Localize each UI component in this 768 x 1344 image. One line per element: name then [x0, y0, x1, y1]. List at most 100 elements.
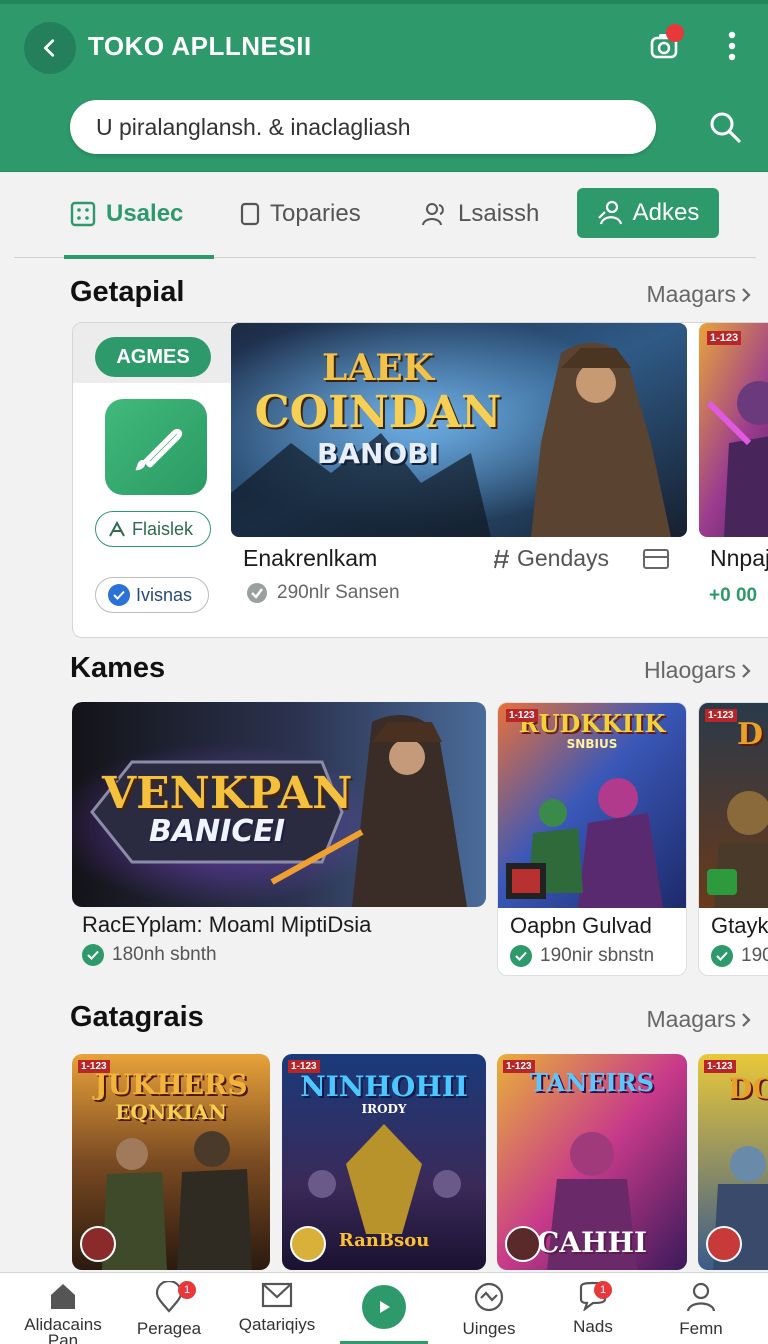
nav-label: Femn [679, 1319, 723, 1338]
rating-tag: 1-123 [506, 709, 538, 722]
nav-item-peragea[interactable]: 1 Peragea [114, 1281, 224, 1339]
verified-icon [82, 944, 104, 966]
banner-title-line2: COINDAN [254, 387, 502, 438]
tab-label: Usalec [106, 200, 184, 227]
tab-label: Lsaissh [458, 200, 540, 227]
see-more-label: Hlaogars [643, 657, 736, 683]
game-art-subtitle: SNBIUS [566, 737, 618, 751]
featured-banner-image[interactable]: LAEK COINDAN BANOBI [231, 323, 687, 537]
nav-label: Peragea [136, 1319, 202, 1338]
developer-avatar [706, 1226, 742, 1262]
game-downloads: 190nir sbnstn [540, 945, 655, 966]
person-icon [109, 521, 125, 537]
square-icon [240, 202, 260, 226]
see-more-label: Maagars [646, 1006, 736, 1032]
next-app-price: +0 00 [709, 585, 758, 606]
nav-item-home[interactable]: Alidacains Pan [8, 1281, 118, 1344]
featured-category[interactable]: Gendays [493, 545, 609, 572]
featured-card[interactable]: AGMES Flaislek Ivisnas LAEK COINDAN BANO… [72, 322, 768, 638]
verified-icon [247, 583, 267, 603]
see-more-label: Maagars [646, 281, 736, 307]
verified-pill[interactable]: Ivisnas [95, 577, 209, 613]
game-downloads: 180nh sbnth [112, 944, 217, 965]
section-title-kames: Kames [70, 652, 166, 684]
featured-next-image[interactable]: 1-123 [699, 323, 768, 537]
install-pill[interactable]: Flaislek [95, 511, 211, 547]
rating-tag: 1-123 [503, 1060, 535, 1073]
tab-label: Adkes [632, 199, 700, 226]
game-tile[interactable]: TANEIRS CAHHI 1-123 [497, 1054, 687, 1270]
pill-label: Ivisnas [136, 584, 193, 605]
game-thumbnail: VENKPAN BANICEI [72, 702, 486, 907]
next-app-title: Nnpaj [710, 545, 768, 571]
notification-badge: 1 [594, 1281, 612, 1299]
nav-item-qatariqiys[interactable]: Qatariqiys [222, 1281, 332, 1335]
rating-tag: 1-123 [707, 331, 742, 345]
see-more-link[interactable]: Hlaogars [644, 657, 752, 684]
nav-label: Qatariqiys [238, 1315, 316, 1334]
app-icon[interactable] [105, 399, 207, 495]
featured-category-label: Gendays [517, 545, 610, 571]
category-tabs: Usalec Toparies Lsaissh Adkes [14, 180, 756, 259]
search-field[interactable] [70, 100, 656, 154]
nav-item-uinges[interactable]: Uinges [434, 1281, 544, 1339]
card-menu-icon[interactable] [643, 549, 669, 569]
nav-item-nads[interactable]: 1 Nads [538, 1281, 648, 1337]
chevron-right-icon [742, 663, 751, 678]
tag-icon [494, 549, 509, 568]
see-more-link[interactable]: Maagars [647, 281, 752, 308]
nav-label: Alidacains Pan [24, 1315, 102, 1344]
home-icon [51, 1284, 75, 1309]
people-icon [422, 203, 444, 226]
tab-usalec[interactable]: Usalec [70, 188, 183, 240]
game-title: Oapbn Gulvad [510, 913, 652, 938]
featured-app-meta: 290nlr Sansen [245, 581, 400, 605]
profile-icon [686, 1282, 716, 1312]
search-button[interactable] [704, 106, 746, 148]
active-tab-indicator [64, 255, 214, 259]
featured-app-downloads: 290nlr Sansen [277, 582, 400, 603]
app-header: TOKO APLLNESII [0, 0, 768, 172]
play-icon [380, 1301, 390, 1313]
chevron-right-icon [742, 1012, 751, 1027]
tab-adkes[interactable]: Adkes [577, 188, 719, 238]
camera-button[interactable] [644, 24, 684, 66]
nav-label: Nads [573, 1317, 613, 1336]
game-card[interactable]: VENKPAN BANICEI RacEYplam: Moaml MiptiDs… [72, 702, 486, 976]
back-button[interactable] [24, 22, 76, 74]
chevron-left-icon [44, 39, 55, 57]
tile-art-title: DO [728, 1072, 768, 1105]
checkmark-icon [108, 584, 130, 606]
tile-art-title: NINHOHII [300, 1070, 468, 1103]
game-tile[interactable]: JUKHERS EQNKIAN 1-123 [72, 1054, 270, 1270]
search-input[interactable] [96, 113, 656, 141]
game-artwork [699, 323, 768, 537]
see-more-link[interactable]: Maagars [647, 1006, 752, 1033]
game-tile[interactable]: DO 1-123 [698, 1054, 768, 1270]
game-card[interactable]: D 1-123 Gtaykc 190 [698, 702, 768, 976]
page-title: TOKO APLLNESII [88, 31, 312, 61]
heart-icon [474, 1282, 504, 1312]
notification-dot [666, 24, 684, 42]
notification-badge: 1 [178, 1281, 196, 1299]
tab-lsaissh[interactable]: Lsaissh [420, 188, 539, 240]
nav-item-profile[interactable]: Femn [646, 1281, 756, 1339]
more-vertical-icon [728, 31, 736, 61]
game-meta: 190 [711, 945, 768, 967]
rating-tag: 1-123 [705, 709, 737, 722]
game-card[interactable]: RUDKKIIK SNBIUS 1-123 Oapbn Gulvad 190ni… [497, 702, 687, 976]
more-options-button[interactable] [712, 26, 752, 66]
game-thumbnail: RUDKKIIK SNBIUS 1-123 [498, 703, 686, 908]
rating-tag: 1-123 [704, 1060, 736, 1073]
game-tile[interactable]: NINHOHII IRODY RanBsou 1-123 [282, 1054, 486, 1270]
person-icon [597, 200, 622, 225]
nav-item-play[interactable] [362, 1285, 406, 1329]
grid-icon [70, 201, 96, 227]
rating-tag: 1-123 [78, 1060, 110, 1073]
game-downloads: 190 [741, 945, 768, 966]
pill-label: Flaislek [132, 518, 194, 539]
rocket-icon [135, 428, 183, 471]
tab-toparies[interactable]: Toparies [240, 188, 361, 240]
developer-avatar [80, 1226, 116, 1262]
game-meta: 180nh sbnth [82, 944, 217, 966]
